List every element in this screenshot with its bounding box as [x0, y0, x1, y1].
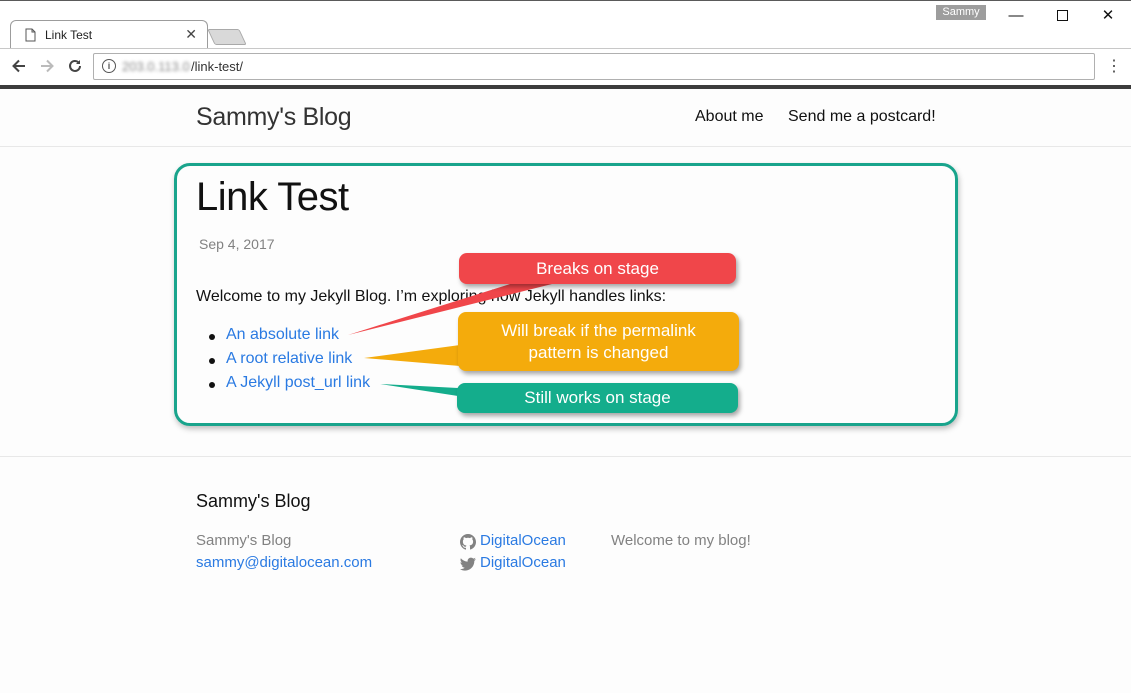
post-url-link[interactable]: A Jekyll post_url link: [226, 374, 370, 391]
github-icon[interactable]: [460, 534, 476, 550]
callout-will-break-line1: Will break if the permalink: [501, 321, 696, 340]
footer-twitter-link[interactable]: DigitalOcean: [480, 554, 566, 571]
site-footer: Sammy's Blog Sammy's Blog sammy@digitalo…: [0, 456, 1131, 693]
close-window-icon[interactable]: ✕: [1093, 7, 1123, 25]
new-tab-button[interactable]: [207, 29, 247, 45]
forward-arrow-icon[interactable]: [38, 57, 56, 75]
back-arrow-icon[interactable]: [10, 57, 28, 75]
callout-breaks-text: Breaks on stage: [536, 259, 659, 278]
url-host: 203.0.113.0: [122, 59, 190, 74]
browser-tab[interactable]: Link Test ✕: [10, 20, 208, 51]
twitter-icon[interactable]: [460, 556, 476, 572]
maximize-icon[interactable]: [1047, 7, 1077, 25]
info-icon[interactable]: i: [102, 59, 116, 73]
post-intro: Welcome to my Jekyll Blog. I’m exploring…: [196, 288, 667, 305]
site-header: Sammy's Blog About me Send me a postcard…: [0, 89, 1131, 147]
list-item: A Jekyll post_url link: [204, 374, 370, 398]
close-icon[interactable]: ✕: [185, 26, 197, 43]
nav-about-me[interactable]: About me: [695, 108, 763, 126]
footer-heading: Sammy's Blog: [196, 491, 311, 511]
callout-still-works: Still works on stage: [457, 383, 738, 413]
more-vert-icon[interactable]: ⋮: [1106, 56, 1122, 76]
callout-will-break-line2: pattern is changed: [528, 343, 669, 362]
footer-github-link[interactable]: DigitalOcean: [480, 532, 566, 549]
footer-description: Welcome to my blog!: [611, 532, 751, 549]
callout-works-text: Still works on stage: [524, 388, 671, 407]
callout-will-break: Will break if the permalink pattern is c…: [458, 312, 739, 371]
reload-icon[interactable]: [66, 57, 84, 75]
post-date: Sep 4, 2017: [199, 236, 275, 252]
list-item: An absolute link: [204, 326, 370, 350]
footer-name: Sammy's Blog: [196, 532, 292, 549]
site-title[interactable]: Sammy's Blog: [196, 103, 352, 132]
absolute-link[interactable]: An absolute link: [226, 326, 339, 343]
url-path: /link-test/: [191, 59, 244, 74]
post-title: Link Test: [196, 175, 349, 219]
nav-send-postcard[interactable]: Send me a postcard!: [788, 108, 936, 126]
tab-title: Link Test: [45, 28, 93, 42]
page-icon: [25, 28, 36, 42]
post-link-list: An absolute link A root relative link A …: [204, 326, 370, 398]
root-relative-link[interactable]: A root relative link: [226, 350, 352, 367]
browser-titlebar: Link Test ✕ Sammy — ✕: [0, 0, 1131, 51]
callout-breaks-on-stage: Breaks on stage: [459, 253, 736, 284]
footer-email-link[interactable]: sammy@digitalocean.com: [196, 554, 372, 571]
list-item: A root relative link: [204, 350, 370, 374]
profile-badge[interactable]: Sammy: [936, 5, 986, 20]
browser-toolbar: i 203.0.113.0 /link-test/ ⋮: [0, 48, 1131, 85]
address-bar[interactable]: i 203.0.113.0 /link-test/: [93, 53, 1095, 80]
minimize-icon[interactable]: —: [1001, 7, 1031, 25]
